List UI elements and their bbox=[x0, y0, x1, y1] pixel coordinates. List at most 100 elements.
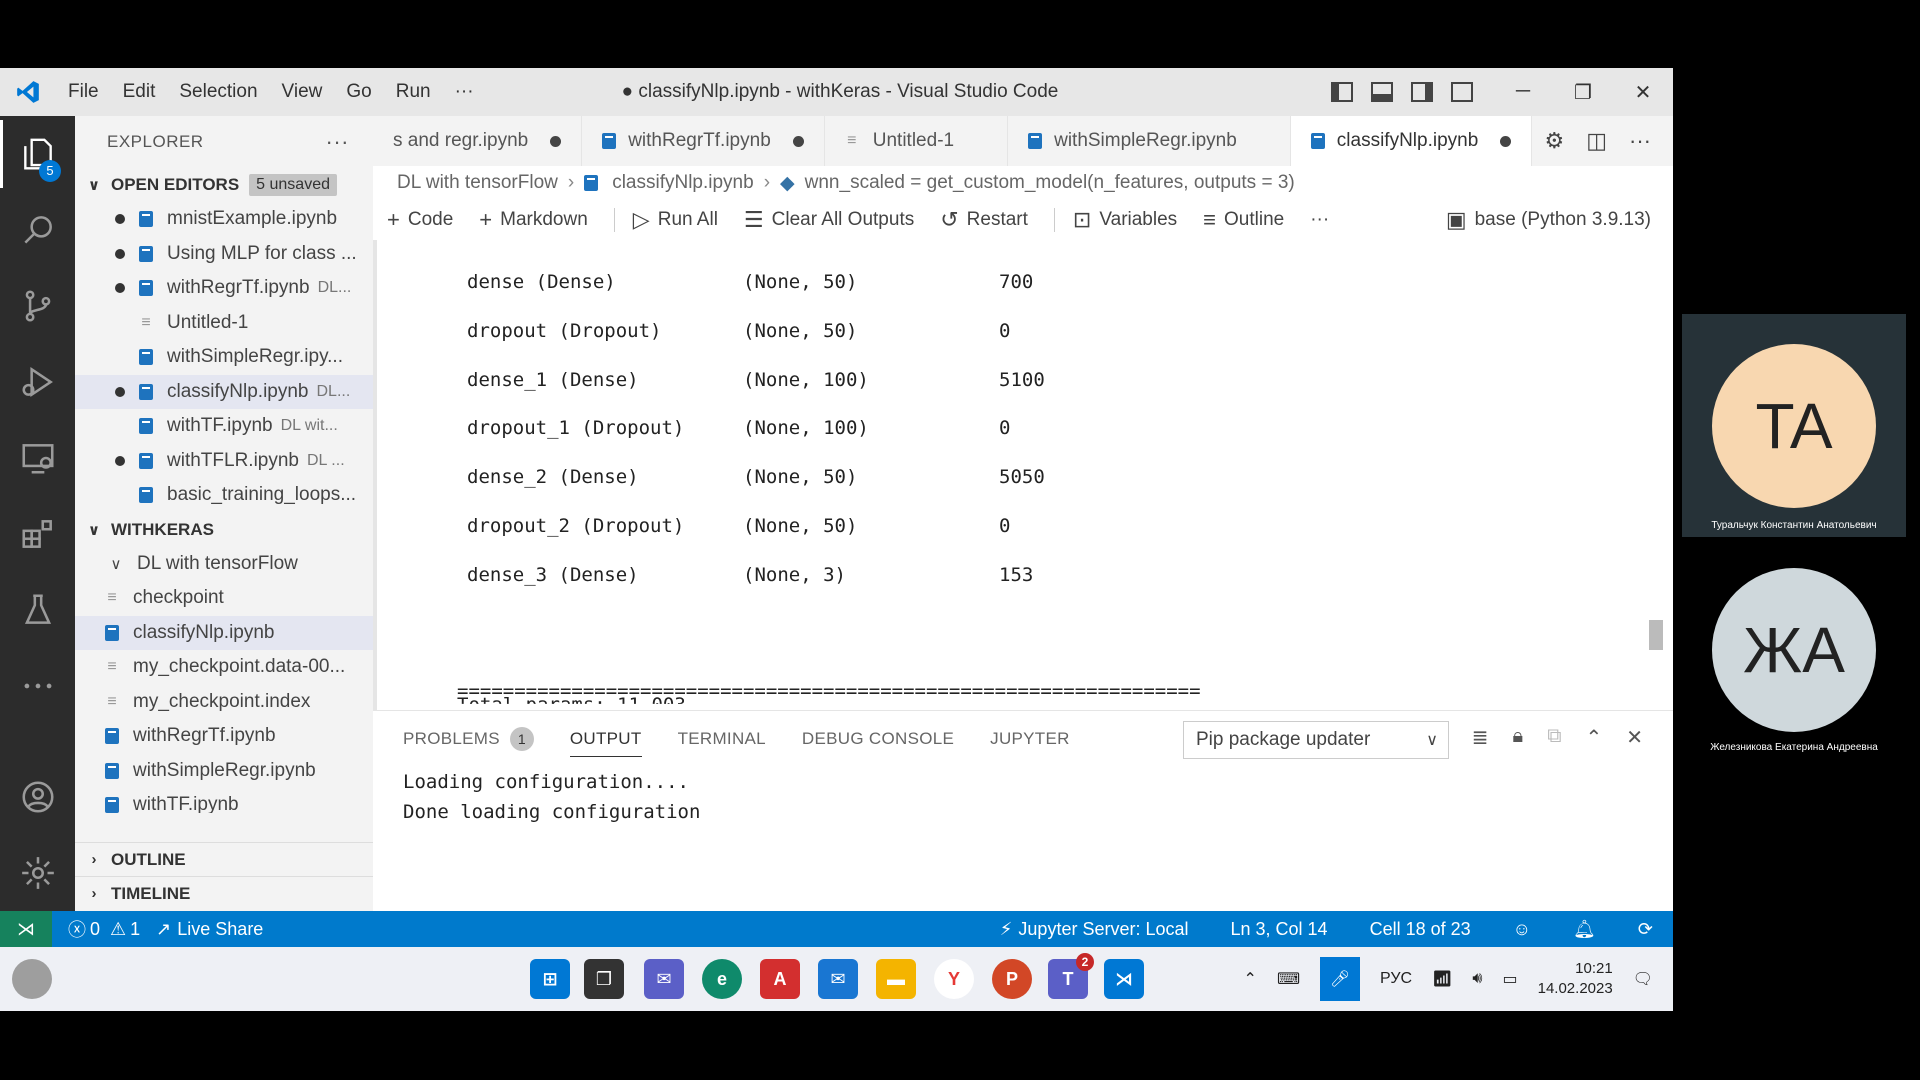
acrobat-icon[interactable]: A bbox=[760, 959, 800, 999]
settings-gear-icon[interactable]: ⚙ bbox=[1544, 128, 1564, 154]
customize-layout-icon[interactable] bbox=[1451, 82, 1473, 102]
open-editor-item[interactable]: withRegrTf.ipynb DL... bbox=[75, 271, 373, 306]
task-view-icon[interactable]: ❐ bbox=[584, 959, 624, 999]
workspace-file[interactable]: withTF.ipynb bbox=[75, 788, 373, 813]
restart-button[interactable]: ↺ Restart bbox=[940, 207, 1028, 233]
menu-more[interactable]: ··· bbox=[443, 81, 486, 103]
menu-run[interactable]: Run bbox=[384, 81, 443, 103]
run-debug-icon[interactable] bbox=[0, 344, 75, 420]
jupyter-server-status[interactable]: ⚡ Jupyter Server: Local bbox=[1000, 919, 1189, 940]
variables-button[interactable]: ⊡ Variables bbox=[1073, 207, 1177, 233]
toolbar-more-button[interactable]: ··· bbox=[1310, 209, 1329, 231]
outline-section[interactable]: › OUTLINE bbox=[75, 842, 373, 876]
add-markdown-cell-button[interactable]: + Markdown bbox=[479, 207, 588, 233]
yandex-browser-icon[interactable]: Y bbox=[934, 959, 974, 999]
sync-icon[interactable]: ⟳ bbox=[1638, 919, 1653, 940]
edge-browser-icon[interactable]: e bbox=[702, 959, 742, 999]
dirty-indicator[interactable] bbox=[105, 248, 135, 259]
teams-icon[interactable]: T 2 bbox=[1048, 953, 1094, 999]
open-editor-item[interactable]: basic_training_loops... bbox=[75, 478, 373, 513]
dirty-indicator[interactable] bbox=[105, 283, 135, 294]
workspace-file[interactable]: classifyNlp.ipynb bbox=[75, 615, 373, 650]
restore-icon[interactable]: ❐ bbox=[1553, 80, 1613, 105]
input-language[interactable]: РУС bbox=[1380, 970, 1412, 988]
toggle-sidebar-icon[interactable] bbox=[1331, 82, 1353, 102]
menu-selection[interactable]: Selection bbox=[167, 81, 269, 103]
wifi-icon[interactable]: 📶︎ bbox=[1432, 969, 1452, 989]
notification-center-icon[interactable]: 🗨︎ bbox=[1633, 969, 1653, 989]
workspace-file[interactable]: ≡ my_checkpoint.data-00... bbox=[75, 650, 373, 685]
editor-tab[interactable]: classifyNlp.ipynb bbox=[1290, 116, 1533, 166]
explorer-more-icon[interactable]: ··· bbox=[326, 129, 349, 155]
dirty-indicator[interactable] bbox=[105, 214, 135, 225]
vscode-taskbar-icon[interactable]: ⋊ bbox=[1104, 959, 1144, 999]
source-control-icon[interactable] bbox=[0, 268, 75, 344]
breadcrumb-symbol[interactable]: wnn_scaled = get_custom_model(n_features… bbox=[805, 172, 1295, 194]
minimize-icon[interactable]: ─ bbox=[1493, 80, 1553, 105]
workspace-file[interactable]: ≡ my_checkpoint.index bbox=[75, 685, 373, 720]
folder-dl-with-tensorflow[interactable]: ∨ DL with tensorFlow bbox=[75, 547, 373, 582]
open-editor-item[interactable]: withTF.ipynb DL wit... bbox=[75, 409, 373, 444]
file-explorer-icon[interactable]: ▬ bbox=[876, 959, 916, 999]
tab-debug-console[interactable]: DEBUG CONSOLE bbox=[802, 711, 954, 767]
output-channel-select[interactable]: Pip package updater ∨ bbox=[1183, 721, 1449, 759]
close-icon[interactable]: ✕ bbox=[1613, 80, 1673, 105]
maximize-panel-icon[interactable]: ⌃ bbox=[1585, 725, 1602, 750]
unsaved-dot-icon[interactable] bbox=[792, 135, 804, 147]
open-editor-item[interactable]: withSimpleRegr.ipy... bbox=[75, 340, 373, 375]
tab-terminal[interactable]: TERMINAL bbox=[678, 711, 766, 767]
chevron-up-icon[interactable]: ⌃ bbox=[1244, 969, 1257, 989]
add-code-cell-button[interactable]: + Code bbox=[387, 207, 453, 233]
live-share-button[interactable]: ↗ Live Share bbox=[156, 919, 263, 940]
search-icon[interactable] bbox=[0, 192, 75, 268]
remote-indicator-icon[interactable]: ⋊ bbox=[0, 911, 52, 947]
manage-gear-icon[interactable] bbox=[0, 835, 75, 911]
unsaved-dot-icon[interactable] bbox=[1500, 135, 1512, 147]
open-editor-item[interactable]: mnistExample.ipynb bbox=[75, 202, 373, 237]
open-editor-item[interactable]: classifyNlp.ipynb DL... bbox=[75, 374, 373, 409]
toggle-panel-icon[interactable] bbox=[1371, 82, 1393, 102]
copy-icon[interactable]: ⧉ bbox=[1547, 725, 1561, 750]
keyboard-icon[interactable]: ⌨ bbox=[1277, 969, 1300, 989]
workspace-file[interactable]: withSimpleRegr.ipynb bbox=[75, 754, 373, 789]
scrollbar-thumb[interactable] bbox=[1649, 620, 1663, 650]
open-editor-item[interactable]: ≡ Untitled-1 bbox=[75, 306, 373, 341]
testing-icon[interactable] bbox=[0, 572, 75, 648]
microphone-icon[interactable]: 🎤︎ bbox=[1320, 957, 1361, 1001]
run-all-button[interactable]: ▷ Run All bbox=[633, 207, 718, 233]
workspace-file[interactable]: ≡ checkpoint bbox=[75, 581, 373, 616]
chat-icon[interactable]: ✉ bbox=[644, 959, 684, 999]
open-editor-item[interactable]: withTFLR.ipynb DL ... bbox=[75, 444, 373, 479]
extensions-icon[interactable] bbox=[0, 496, 75, 572]
tab-output[interactable]: OUTPUT bbox=[569, 711, 642, 767]
close-panel-icon[interactable]: ✕ bbox=[1626, 725, 1643, 750]
open-editors-section[interactable]: ∨ OPEN EDITORS 5 unsaved bbox=[75, 168, 373, 202]
cursor-position[interactable]: Ln 3, Col 14 bbox=[1231, 919, 1328, 940]
outline-button[interactable]: ≡ Outline bbox=[1203, 207, 1284, 233]
more-views-icon[interactable] bbox=[0, 648, 75, 724]
menu-view[interactable]: View bbox=[270, 81, 335, 103]
remote-explorer-icon[interactable] bbox=[0, 420, 75, 496]
tab-problems[interactable]: PROBLEMS 1 bbox=[403, 711, 534, 767]
start-button-icon[interactable]: ⊞ bbox=[530, 959, 570, 999]
powerpoint-icon[interactable]: P bbox=[992, 959, 1032, 999]
clear-output-icon[interactable]: ≣ bbox=[1472, 725, 1489, 750]
explorer-icon[interactable]: 5 bbox=[0, 116, 75, 192]
breadcrumb-file[interactable]: classifyNlp.ipynb bbox=[612, 172, 754, 194]
volume-icon[interactable]: 🔊︎ bbox=[1472, 970, 1482, 988]
workspace-file[interactable]: withRegrTf.ipynb bbox=[75, 719, 373, 754]
menu-edit[interactable]: Edit bbox=[111, 81, 168, 103]
clear-all-outputs-button[interactable]: ☰ Clear All Outputs bbox=[744, 207, 914, 233]
accounts-icon[interactable] bbox=[0, 759, 75, 835]
menu-go[interactable]: Go bbox=[334, 81, 383, 103]
workspace-section[interactable]: ∨ WITHKERAS bbox=[75, 513, 373, 547]
tab-jupyter[interactable]: JUPYTER bbox=[990, 711, 1070, 767]
cell-indicator[interactable]: Cell 18 of 23 bbox=[1370, 919, 1471, 940]
editor-more-icon[interactable]: ··· bbox=[1629, 128, 1651, 154]
split-editor-icon[interactable]: ◫ bbox=[1586, 128, 1607, 154]
editor-tab[interactable]: withRegrTf.ipynb bbox=[582, 116, 825, 166]
feedback-icon[interactable]: ☺ bbox=[1513, 919, 1531, 940]
unsaved-dot-icon[interactable] bbox=[550, 135, 562, 147]
toggle-secondary-sidebar-icon[interactable] bbox=[1411, 82, 1433, 102]
battery-icon[interactable]: ▭ bbox=[1502, 969, 1517, 989]
